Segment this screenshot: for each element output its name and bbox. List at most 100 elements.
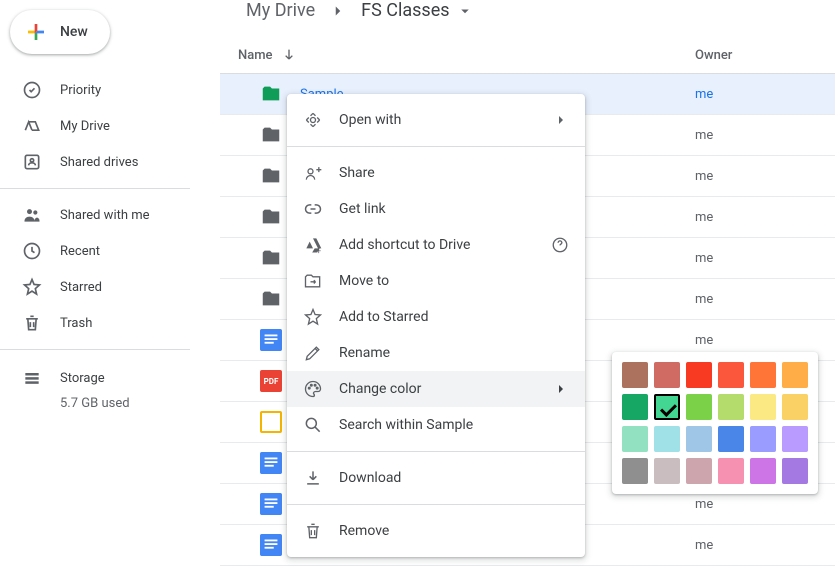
clock-icon [22, 241, 42, 261]
color-swatch[interactable] [782, 394, 808, 420]
color-swatch[interactable] [718, 458, 744, 484]
breadcrumb-root[interactable]: My Drive [246, 0, 315, 21]
sidebar-item-trash[interactable]: Trash [0, 305, 200, 341]
menu-item-label: Add to Starred [339, 309, 428, 325]
folder-icon [260, 124, 282, 146]
menu-item-share[interactable]: Share [287, 155, 585, 191]
sidebar-item-label: Shared drives [60, 155, 138, 170]
column-header-owner[interactable]: Owner [695, 48, 835, 63]
folder-icon [260, 165, 282, 187]
sidebar-item-label: My Drive [60, 119, 110, 134]
breadcrumb-current-label: FS Classes [361, 0, 449, 21]
help-icon[interactable] [551, 236, 569, 254]
file-owner: me [695, 538, 835, 553]
new-button-label: New [60, 24, 88, 40]
file-owner: me [695, 251, 835, 266]
color-swatch[interactable] [622, 394, 648, 420]
menu-item-search-within[interactable]: Search within Sample [287, 407, 585, 443]
menu-item-change-color[interactable]: Change color [287, 371, 585, 407]
sidebar-item-label: Priority [60, 83, 101, 98]
menu-item-download[interactable]: Download [287, 460, 585, 496]
color-swatch[interactable] [782, 458, 808, 484]
table-header: Name Owner [220, 35, 835, 74]
doc-icon [260, 534, 282, 556]
folder-icon [260, 206, 282, 228]
menu-item-label: Open with [339, 112, 401, 128]
menu-item-label: Change color [339, 381, 421, 397]
color-swatch[interactable] [622, 426, 648, 452]
menu-item-rename[interactable]: Rename [287, 335, 585, 371]
svg-text:+: + [316, 246, 321, 255]
folder-icon [260, 247, 282, 269]
color-swatch[interactable] [750, 426, 776, 452]
menu-item-add-shortcut[interactable]: + Add shortcut to Drive [287, 227, 585, 263]
plus-icon [24, 20, 48, 44]
star-icon [303, 307, 323, 327]
file-owner: me [695, 128, 835, 143]
menu-item-label: Get link [339, 201, 386, 217]
color-swatch[interactable] [654, 458, 680, 484]
color-swatch[interactable] [654, 394, 680, 420]
doc-icon [260, 329, 282, 351]
color-swatch[interactable] [622, 458, 648, 484]
storage-used: 5.7 GB used [0, 392, 200, 411]
sidebar-item-mydrive[interactable]: My Drive [0, 108, 200, 144]
divider [0, 188, 190, 189]
menu-item-label: Remove [339, 523, 389, 539]
color-swatch[interactable] [686, 458, 712, 484]
file-owner: me [695, 497, 835, 512]
sidebar-item-priority[interactable]: Priority [0, 72, 200, 108]
new-button[interactable]: New [10, 10, 110, 54]
sidebar-item-sharedwithme[interactable]: Shared with me [0, 197, 200, 233]
color-swatch[interactable] [654, 362, 680, 388]
sidebar-item-recent[interactable]: Recent [0, 233, 200, 269]
menu-item-move-to[interactable]: Move to [287, 263, 585, 299]
menu-item-open-with[interactable]: Open with [287, 102, 585, 138]
color-swatch[interactable] [654, 426, 680, 452]
drive-shortcut-icon: + [303, 235, 323, 255]
color-swatch[interactable] [686, 362, 712, 388]
folder-icon [260, 83, 282, 105]
priority-icon [22, 80, 42, 100]
color-swatch[interactable] [686, 394, 712, 420]
sidebar-item-starred[interactable]: Starred [0, 269, 200, 305]
pdf-icon: PDF [260, 370, 282, 392]
link-icon [303, 199, 323, 219]
color-swatch[interactable] [782, 362, 808, 388]
column-header-name[interactable]: Name [238, 47, 695, 63]
color-swatch[interactable] [718, 426, 744, 452]
color-swatch[interactable] [718, 362, 744, 388]
color-swatch[interactable] [622, 362, 648, 388]
breadcrumb-current[interactable]: FS Classes [361, 0, 473, 21]
slides-icon [260, 411, 282, 433]
color-swatch[interactable] [750, 362, 776, 388]
chevron-right-icon [329, 2, 347, 20]
breadcrumb: My Drive FS Classes [220, 0, 835, 35]
menu-item-get-link[interactable]: Get link [287, 191, 585, 227]
dropdown-icon [456, 2, 474, 20]
divider [0, 349, 190, 350]
drive-icon [22, 116, 42, 136]
file-owner: me [695, 210, 835, 225]
search-icon [303, 415, 323, 435]
color-swatch[interactable] [750, 458, 776, 484]
context-menu: Open with Share Get link + Add shortcut … [287, 94, 585, 557]
color-swatch[interactable] [718, 394, 744, 420]
sidebar-item-shareddrives[interactable]: Shared drives [0, 144, 200, 180]
folder-icon [260, 288, 282, 310]
menu-item-add-starred[interactable]: Add to Starred [287, 299, 585, 335]
color-swatch[interactable] [782, 426, 808, 452]
people-icon [22, 205, 42, 225]
menu-item-label: Add shortcut to Drive [339, 237, 470, 253]
menu-item-label: Search within Sample [339, 417, 473, 433]
divider [287, 146, 585, 147]
sidebar-item-label: Recent [60, 244, 100, 259]
file-owner: me [695, 169, 835, 184]
arrow-down-icon [281, 47, 297, 63]
color-swatch[interactable] [750, 394, 776, 420]
chevron-right-icon [553, 381, 569, 397]
sidebar-item-storage[interactable]: Storage [0, 358, 200, 392]
storage-icon [22, 368, 42, 388]
shared-drives-icon [22, 152, 42, 172]
color-swatch[interactable] [686, 426, 712, 452]
